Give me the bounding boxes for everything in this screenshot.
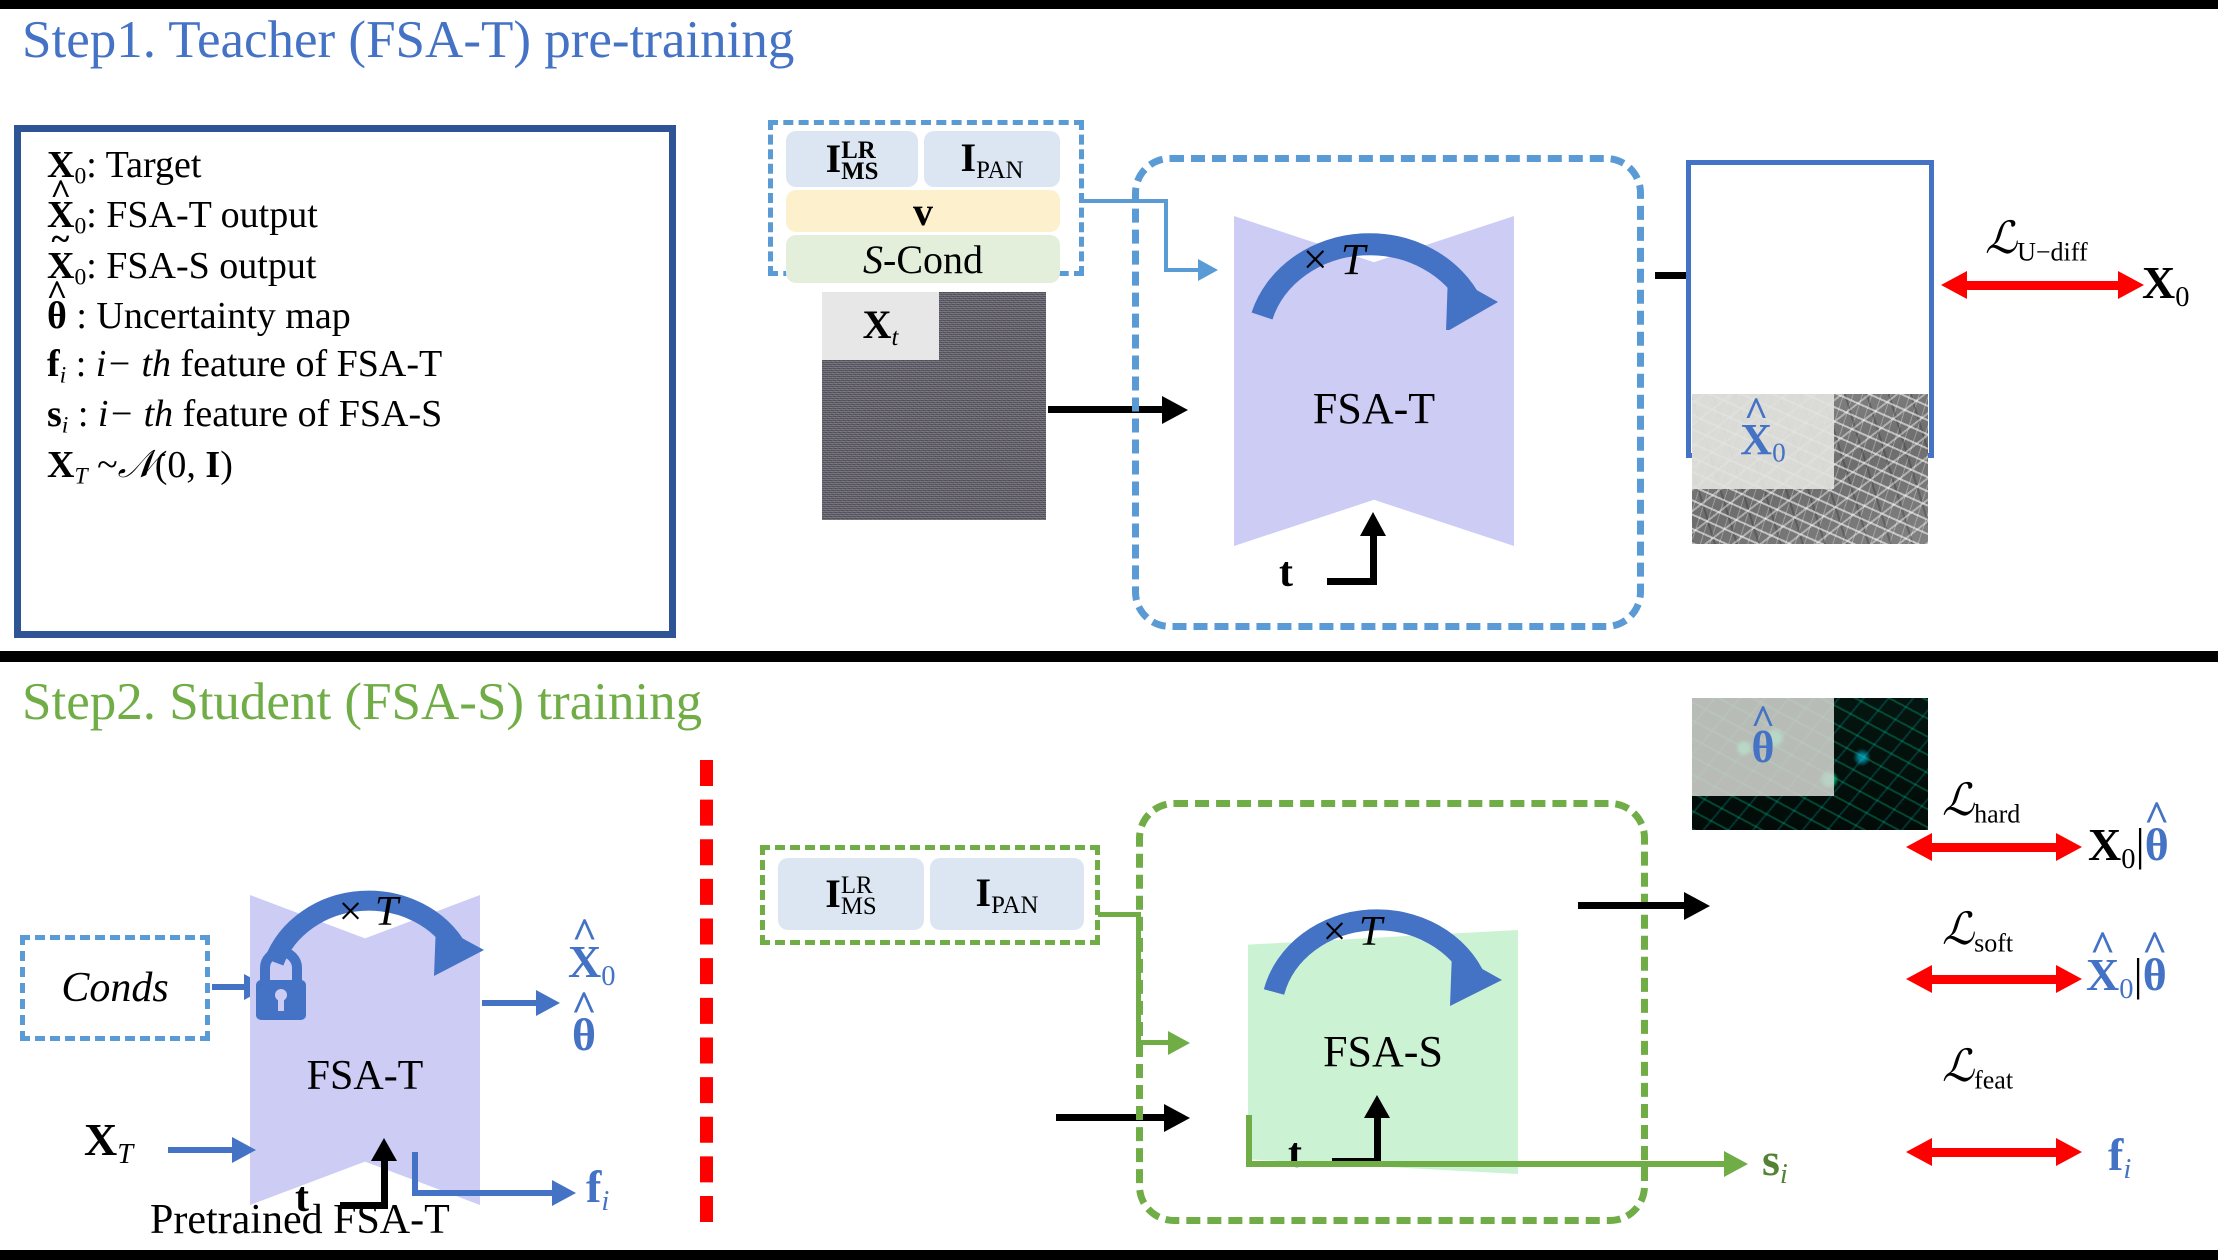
step2-loss-soft-arrowhead-left xyxy=(1906,965,1932,993)
step1-loss-arrowhead-right xyxy=(2118,271,2144,299)
legend-item-xhat0: ^ X0: FSA-T output xyxy=(47,172,318,240)
step2-loss-soft-target: ^ X0| ^ θ xyxy=(2086,923,2168,1005)
legend-box: X0: Target ^ X0: FSA-T output ~ X0: FSA-S … xyxy=(14,125,676,638)
step1-theta-label: ^ θ xyxy=(1750,698,1776,772)
chip-ims-lr-label: I LR MS xyxy=(825,135,879,186)
step2-student-loop-arrow xyxy=(1263,909,1502,1006)
legend-item-x0: X0: Target xyxy=(47,144,202,190)
step1-loss-label: ℒU−diff xyxy=(1985,213,2088,267)
frame-top xyxy=(0,0,2218,9)
step2-cond-line-h1 xyxy=(1098,912,1140,917)
step2-teacher-out-arrowhead xyxy=(536,990,560,1016)
chip-scond-step1[interactable]: S-Cond xyxy=(786,235,1060,283)
step2-conds-box[interactable]: Conds xyxy=(20,935,210,1041)
step2-student-t-line-v xyxy=(1374,1113,1381,1161)
step2-si-label: si xyxy=(1762,1134,1788,1190)
step2-loss-hard-line xyxy=(1930,843,2060,852)
step2-title: Step2. Student (FSA-S) training xyxy=(22,673,703,731)
chip-ipan-label-step2: IPAN xyxy=(975,869,1039,919)
step1-output-xhat-image: ^ X0 xyxy=(1692,394,1928,544)
step2-student-out-line xyxy=(1578,902,1688,909)
chip-ims-lr-step1[interactable]: I LR MS xyxy=(786,131,918,187)
chip-v-step1[interactable]: v xyxy=(786,188,1060,234)
step2-teacher-theta-label: ^ θ xyxy=(571,983,597,1060)
step2-teacher-fi-label: fi xyxy=(586,1161,610,1217)
step2-loss-hard-arrowhead-left xyxy=(1906,833,1932,861)
figure-canvas: Step1. Teacher (FSA-T) pre-training X0: … xyxy=(0,0,2218,1260)
step1-noise-label-patch: Xt xyxy=(822,292,939,360)
step1-t-label: t xyxy=(1279,550,1293,596)
chip-ipan-step2[interactable]: IPAN xyxy=(930,858,1084,930)
step2-loss-feat-target: fi xyxy=(2108,1129,2132,1185)
frame-bottom xyxy=(0,1250,2218,1260)
step2-fsas-label: FSA-S xyxy=(1323,1027,1443,1076)
step1-loop-arrow xyxy=(1251,233,1498,330)
step1-t-line-v xyxy=(1370,531,1377,581)
step2-xT-label: XT xyxy=(84,1114,134,1170)
step2-loss-hard-target: X0| ^ θ xyxy=(2088,793,2170,875)
step2-si-line-v xyxy=(1246,1115,1252,1167)
chip-ims-lr-step2[interactable]: I LR MS xyxy=(778,858,924,930)
legend-item-fi: fi : i− th feature of FSA-T xyxy=(47,342,443,389)
step2-si-line-h xyxy=(1246,1161,1728,1167)
step2-loss-hard-label: ℒhard xyxy=(1942,775,2021,829)
step2-teacher-t-arrowhead xyxy=(371,1138,397,1161)
step2-divider xyxy=(700,760,713,1222)
legend-item-si: si : i− th feature of FSA-S xyxy=(47,393,443,439)
step2-teacher-fi-arrowhead xyxy=(552,1180,576,1206)
step2-loss-feat-line xyxy=(1930,1148,2060,1157)
step2-conds-arrow-line xyxy=(212,984,248,990)
step2-loss-feat-arrowhead-right xyxy=(2056,1138,2082,1166)
step2-student-loop-label: × T xyxy=(1320,909,1383,955)
step1-t-arrowhead xyxy=(1360,512,1386,536)
step1-noise-image: Xt xyxy=(822,292,1046,520)
step2-student-out-arrowhead xyxy=(1684,892,1710,920)
chip-scond-label: S-Cond xyxy=(863,236,983,282)
step2-loss-soft-label: ℒsoft xyxy=(1942,904,2014,958)
step2-fsat-label: FSA-T xyxy=(306,1053,424,1099)
chip-ipan-label: IPAN xyxy=(960,134,1024,184)
step2-loss-feat-label: ℒfeat xyxy=(1942,1041,2014,1095)
step2-loss-soft-line xyxy=(1930,975,2060,984)
step2-student-t-arrowhead xyxy=(1364,1095,1390,1118)
step1-noise-label: Xt xyxy=(862,301,899,351)
legend-item-xtilde0: ~ X0: FSA-S output xyxy=(47,221,317,291)
step2-teacher-loop-label: × T xyxy=(336,889,399,935)
step2-xT-arrowhead xyxy=(232,1137,256,1163)
step1-xhat-label: ^ X0 xyxy=(1740,394,1786,468)
legend-list: X0: Target ^ X0: FSA-T output ~ X0: FSA-S … xyxy=(21,132,669,501)
step2-si-arrowhead xyxy=(1724,1151,1748,1177)
step2-loss-hard-arrowhead-right xyxy=(2056,833,2082,861)
chip-ims-lr-label-step2: I LR MS xyxy=(825,870,877,921)
step1-output-theta-image: ^ θ xyxy=(1692,698,1928,830)
step2-teacher-fi-line-h xyxy=(412,1190,556,1196)
chip-ipan-step1[interactable]: IPAN xyxy=(924,131,1060,187)
step2-loss-feat-arrowhead-left xyxy=(1906,1138,1932,1166)
step2-conds-label: Conds xyxy=(61,965,169,1011)
step1-title: Step1. Teacher (FSA-T) pre-training xyxy=(22,11,795,69)
legend-item-xT: XT ~𝒩(0, I) xyxy=(47,443,233,490)
step2-pretrained-caption: Pretrained FSA-T xyxy=(150,1197,450,1243)
step1-xhat-label-patch: ^ X0 xyxy=(1692,394,1834,489)
step2-xT-arrow-line xyxy=(168,1147,236,1153)
legend-item-theta: ^ θ : Uncertainty map xyxy=(46,272,351,337)
step2-loss-soft-arrowhead-right xyxy=(2056,965,2082,993)
step1-loss-arrowhead-left xyxy=(1941,271,1967,299)
step1-loss-target: X0 xyxy=(2142,257,2190,313)
step1-loop-label: × T xyxy=(1300,235,1366,284)
step2-teacher-out-line xyxy=(482,1000,540,1006)
step1-loss-arrow-line xyxy=(1965,281,2123,290)
step1-fsat-label: FSA-T xyxy=(1312,384,1436,433)
step1-theta-label-patch: ^ θ xyxy=(1692,698,1834,796)
chip-v-label: v xyxy=(913,188,933,234)
step2-student-t-label: t xyxy=(1288,1131,1302,1177)
frame-middle xyxy=(0,651,2218,662)
